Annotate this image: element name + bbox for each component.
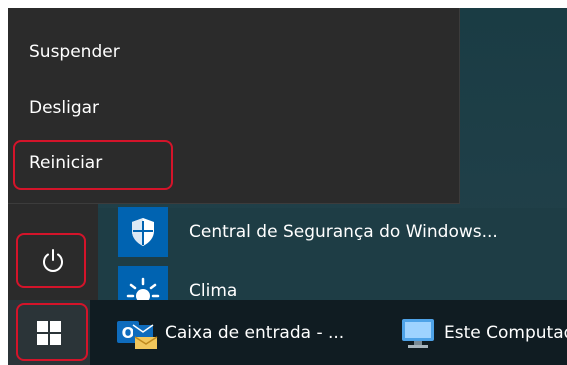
- power-button[interactable]: [24, 236, 82, 286]
- power-item-label: Suspender: [29, 42, 120, 62]
- power-item-label: Reiniciar: [29, 153, 103, 173]
- power-item-reiniciar[interactable]: Reiniciar: [8, 137, 460, 189]
- screen: Suspender Desligar Reiniciar Central de …: [8, 8, 567, 365]
- windows-logo-icon: [37, 320, 61, 345]
- app-label: Central de Segurança do Windows...: [189, 222, 498, 242]
- power-item-suspender[interactable]: Suspender: [8, 26, 460, 78]
- power-item-desligar[interactable]: Desligar: [8, 82, 460, 134]
- computer-icon: [402, 318, 434, 348]
- power-options-menu: Suspender Desligar Reiniciar: [8, 8, 460, 204]
- shield-icon: [132, 218, 154, 246]
- power-item-label: Desligar: [29, 98, 100, 118]
- app-tile: [118, 207, 168, 257]
- power-icon: [43, 249, 63, 272]
- taskbar-item-label: Este Computador: [444, 322, 567, 343]
- taskbar-item-outlook[interactable]: O Caixa de entrada - ...: [115, 300, 344, 365]
- taskbar: O Caixa de entrada - ... Este Computador: [8, 300, 567, 365]
- taskbar-item-this-pc[interactable]: Este Computador: [398, 300, 567, 365]
- svg-text:O: O: [122, 324, 135, 342]
- taskbar-item-label: Caixa de entrada - ...: [165, 322, 345, 343]
- start-button[interactable]: [8, 300, 90, 365]
- outlook-icon: O: [117, 320, 158, 349]
- list-item-security-center[interactable]: Central de Segurança do Windows...: [118, 207, 567, 257]
